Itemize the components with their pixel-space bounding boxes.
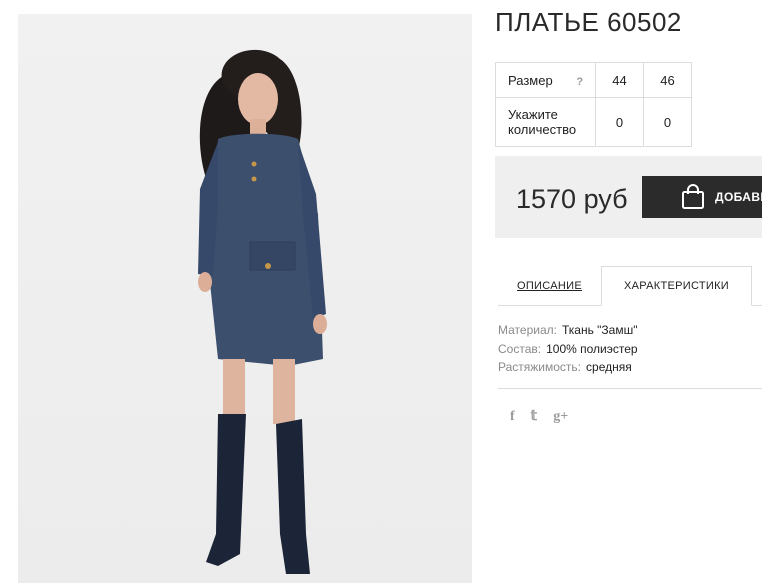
tab-specifications[interactable]: ХАРАКТЕРИСТИКИ [601,266,752,306]
add-to-cart-label: ДОБАВИ [715,190,762,204]
spec-key: Материал: [498,323,557,337]
quantity-row: Укажите количество 0 0 [495,97,692,147]
size-quantity-table: Размер ? 44 46 Укажите количество 0 0 [495,62,692,147]
size-option-46[interactable]: 46 [643,62,692,98]
product-page: ПЛАТЬЕ 60502 Размер ? 44 46 Укажите коли… [0,0,762,583]
size-option-44[interactable]: 44 [595,62,644,98]
product-photo[interactable] [18,14,472,583]
product-tabs: ОПИСАНИЕ ХАРАКТЕРИСТИКИ [498,266,762,306]
twitter-icon[interactable]: 𝕥 [531,408,538,425]
specifications-list: Материал: Ткань "Замш" Состав: 100% полиэс… [498,321,638,377]
size-label-cell: Размер ? [495,62,596,98]
spec-row: Растяжимость: средняя [498,358,638,377]
spec-key: Растяжимость: [498,360,582,374]
tab-description[interactable]: ОПИСАНИЕ [498,266,601,305]
quantity-input-44[interactable]: 0 [595,97,644,147]
tab-description-label: ОПИСАНИЕ [517,279,582,292]
spec-key: Состав: [498,341,542,356]
size-row: Размер ? 44 46 [495,62,692,98]
spec-row: Материал: Ткань "Замш" [498,321,638,340]
spec-value: средняя [586,360,632,374]
price-block: 1570 руб ДОБАВИ [495,156,762,238]
quantity-input-46[interactable]: 0 [643,97,692,147]
spec-value: Ткань "Замш" [561,323,638,337]
spec-value: 100% полиэстер [546,341,638,356]
help-icon[interactable]: ? [576,76,583,88]
quantity-label: Укажите количество [495,97,596,147]
google-plus-icon[interactable]: g+ [553,409,568,425]
shopping-bag-icon [682,184,704,209]
model-in-dress-image [198,49,327,574]
spec-row: Состав: 100% полиэстер [498,340,638,359]
social-share: f 𝕥 g+ [510,408,568,425]
tab-specifications-label: ХАРАКТЕРИСТИКИ [623,280,730,292]
product-title: ПЛАТЬЕ 60502 [495,7,682,37]
divider [498,388,762,389]
facebook-icon[interactable]: f [510,409,515,425]
add-to-cart-button[interactable]: ДОБАВИ [642,176,762,218]
size-label: Размер [508,72,553,88]
product-price: 1570 руб [516,184,628,214]
